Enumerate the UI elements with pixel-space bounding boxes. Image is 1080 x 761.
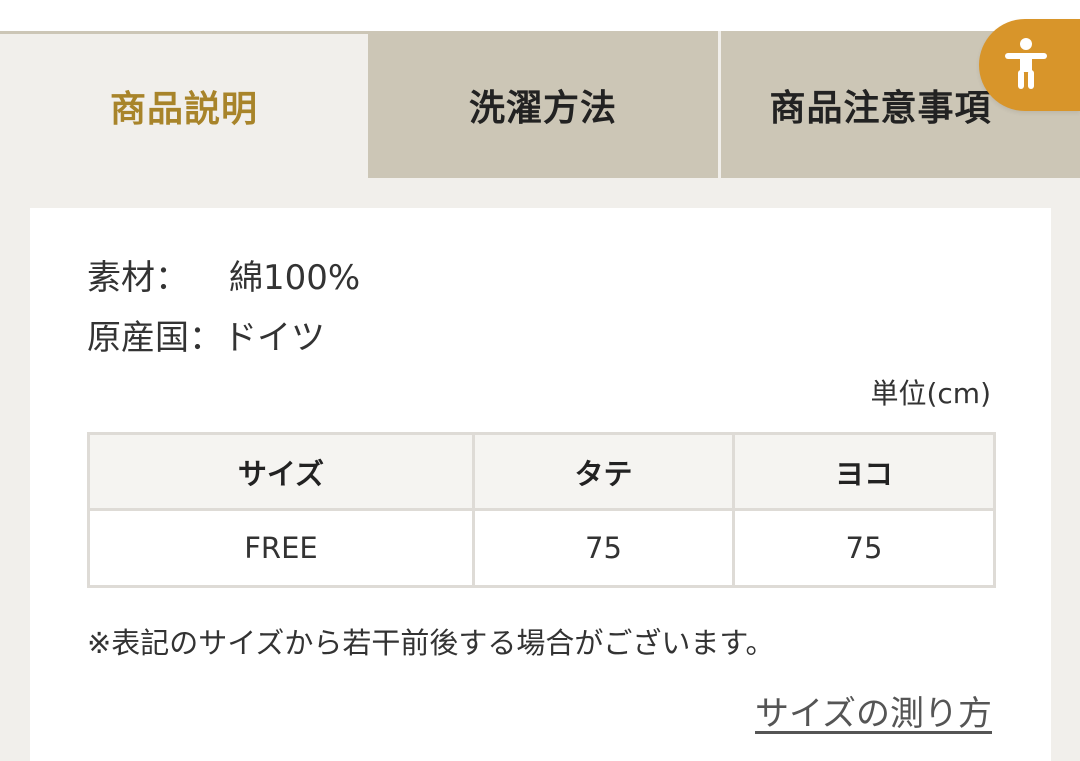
product-details-page: 商品説明 洗濯方法 商品注意事項 素材： 綿100% 原産国： ドイツ 単位(c… xyxy=(0,0,1080,761)
how-to-measure-link[interactable]: サイズの測り方 xyxy=(755,686,992,735)
table-row: FREE 75 75 xyxy=(87,508,996,588)
header-size: サイズ xyxy=(87,432,475,511)
material-value: 綿100% xyxy=(229,258,361,298)
origin-label: 原産国： xyxy=(87,318,223,358)
header-length: タテ xyxy=(472,432,735,511)
cell-size: FREE xyxy=(87,508,475,588)
tab-washing-instructions[interactable]: 洗濯方法 xyxy=(368,31,721,178)
unit-label: 単位(cm) xyxy=(870,377,991,410)
cell-length: 75 xyxy=(472,508,735,588)
material-row: 素材： 綿100% xyxy=(87,250,360,299)
origin-row: 原産国： ドイツ xyxy=(87,310,325,359)
origin-value: ドイツ xyxy=(223,318,325,358)
table-header-row: サイズ タテ ヨコ xyxy=(87,432,996,511)
accessibility-icon xyxy=(1003,37,1049,93)
material-label: 素材： xyxy=(87,258,189,298)
accessibility-button[interactable] xyxy=(979,19,1080,111)
cell-width: 75 xyxy=(732,508,996,588)
size-table: サイズ タテ ヨコ FREE 75 75 xyxy=(87,432,996,588)
tab-bar: 商品説明 洗濯方法 商品注意事項 xyxy=(0,31,1080,178)
size-note: ※表記のサイズから若干前後する場合がございます。 xyxy=(87,626,775,660)
tab-product-description[interactable]: 商品説明 xyxy=(0,31,368,178)
header-width: ヨコ xyxy=(732,432,996,511)
